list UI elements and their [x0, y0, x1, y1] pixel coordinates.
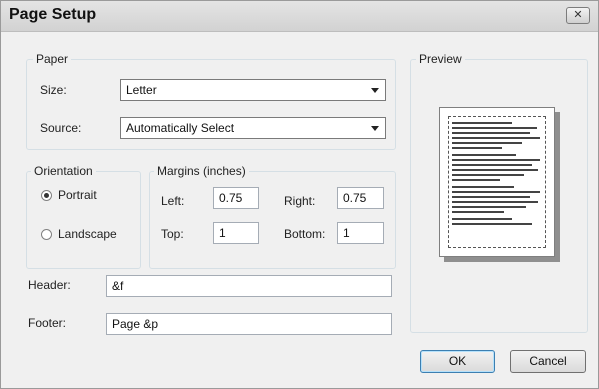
preview-text-line	[452, 186, 514, 188]
preview-text-line	[452, 169, 538, 171]
bottom-margin-label: Bottom:	[284, 227, 326, 241]
left-margin-value: 0.75	[219, 191, 243, 205]
source-dropdown[interactable]: Automatically Select	[120, 117, 386, 139]
preview-text-line	[452, 132, 530, 134]
left-margin-label: Left:	[161, 194, 185, 208]
preview-text-line	[452, 179, 500, 181]
footer-label: Footer:	[28, 316, 67, 330]
size-dropdown[interactable]: Letter	[120, 79, 386, 101]
landscape-radio[interactable]	[41, 229, 52, 240]
preview-legend: Preview	[416, 52, 465, 66]
landscape-label: Landscape	[58, 227, 117, 241]
size-label: Size:	[40, 83, 67, 97]
bottom-margin-input[interactable]: 1	[337, 222, 384, 244]
preview-text-line	[452, 127, 537, 129]
size-value: Letter	[126, 83, 157, 97]
preview-group: Preview	[410, 52, 588, 333]
portrait-radio[interactable]	[41, 190, 52, 201]
footer-value: Page &p	[112, 317, 159, 331]
header-value: &f	[112, 279, 124, 293]
preview-text-line	[452, 201, 538, 203]
preview-text-line	[452, 159, 540, 161]
preview-text-line	[452, 223, 532, 225]
orientation-group: Orientation Portrait Landscape	[26, 164, 141, 269]
preview-text-line	[452, 174, 524, 176]
cancel-button[interactable]: Cancel	[510, 350, 586, 373]
preview-text-line	[452, 122, 512, 124]
close-button[interactable]: ✕	[566, 7, 590, 24]
preview-text-line	[452, 196, 530, 198]
preview-text-line	[452, 154, 516, 156]
portrait-label: Portrait	[58, 188, 97, 202]
preview-text-line	[452, 218, 512, 220]
right-margin-label: Right:	[284, 194, 316, 208]
top-margin-input[interactable]: 1	[213, 222, 259, 244]
preview-text-line	[452, 211, 504, 213]
chevron-down-icon	[371, 126, 379, 131]
preview-text-line	[452, 164, 532, 166]
preview-text-line	[452, 206, 526, 208]
header-input[interactable]: &f	[106, 275, 392, 297]
right-margin-value: 0.75	[343, 191, 367, 205]
orientation-legend: Orientation	[31, 164, 96, 178]
right-margin-input[interactable]: 0.75	[337, 187, 384, 209]
preview-text-line	[452, 137, 540, 139]
close-icon: ✕	[573, 9, 583, 21]
portrait-option[interactable]: Portrait	[39, 186, 134, 206]
left-margin-input[interactable]: 0.75	[213, 187, 259, 209]
source-label: Source:	[40, 121, 82, 135]
dialog-body: Paper Size: Letter Source: Automatically…	[1, 32, 598, 388]
footer-input[interactable]: Page &p	[106, 313, 392, 335]
preview-text-line	[452, 142, 522, 144]
preview-page	[439, 107, 555, 257]
ok-button[interactable]: OK	[420, 350, 495, 373]
top-margin-value: 1	[219, 226, 226, 240]
chevron-down-icon	[371, 88, 379, 93]
preview-margin-outline	[448, 116, 546, 248]
paper-legend: Paper	[33, 52, 72, 66]
margins-group: Margins (inches) Left: 0.75 Right: 0.75 …	[149, 164, 396, 269]
preview-text-line	[452, 147, 502, 149]
bottom-margin-value: 1	[343, 226, 350, 240]
margins-legend: Margins (inches)	[154, 164, 249, 178]
title-bar[interactable]: Page Setup ✕	[1, 1, 598, 32]
landscape-option[interactable]: Landscape	[39, 225, 139, 245]
top-margin-label: Top:	[161, 227, 184, 241]
paper-group: Paper Size: Letter Source: Automatically…	[26, 52, 396, 150]
page-setup-dialog: Page Setup ✕ Paper Size: Letter Source: …	[0, 0, 599, 389]
header-label: Header:	[28, 278, 71, 292]
source-value: Automatically Select	[126, 121, 235, 135]
preview-text-line	[452, 191, 540, 193]
dialog-title: Page Setup	[9, 6, 97, 23]
